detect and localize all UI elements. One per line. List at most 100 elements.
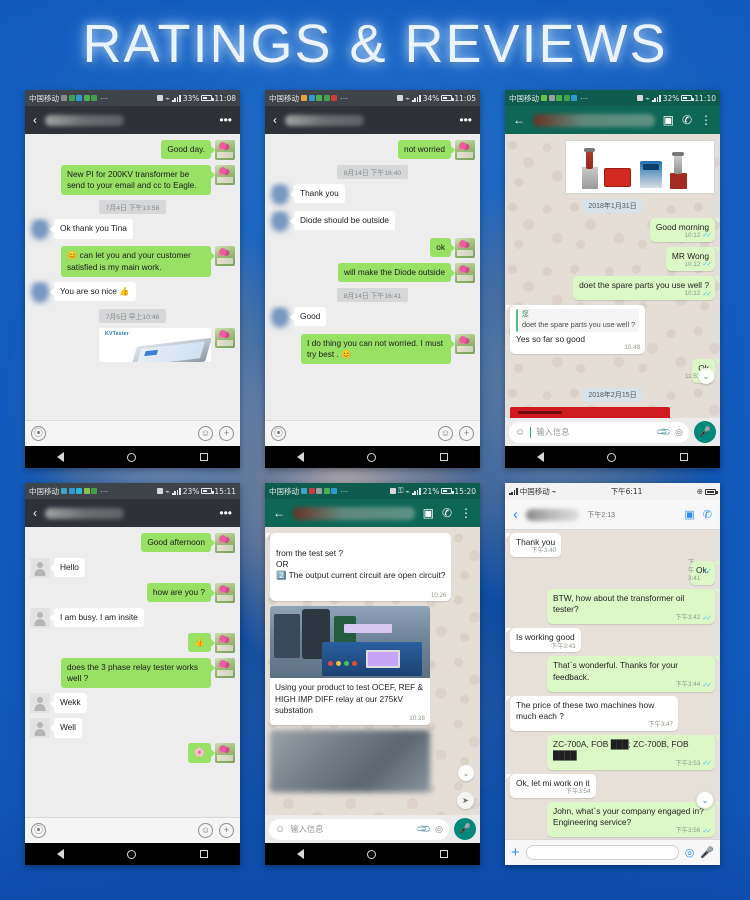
plus-icon[interactable]: + — [219, 823, 234, 838]
message-bubble[interactable]: Good — [289, 307, 327, 327]
message-input-field[interactable]: ☺ 输入信息 📎 ◎ — [269, 818, 449, 840]
camera-icon[interactable]: ◎ — [435, 824, 443, 835]
scroll-to-bottom-icon[interactable]: ⌄ — [458, 765, 474, 781]
message-bubble[interactable]: Hello — [50, 558, 85, 578]
message-list[interactable]: Good afternoon Hello how are you ? I am … — [25, 527, 240, 817]
emoji-icon[interactable]: ☺ — [515, 427, 525, 438]
nav-home-icon[interactable] — [127, 849, 137, 859]
nav-home-icon[interactable] — [127, 452, 137, 462]
nav-recents-icon[interactable] — [440, 850, 449, 858]
camera-icon[interactable]: ◎ — [685, 846, 695, 859]
microphone-icon[interactable]: 🎤 — [454, 818, 476, 840]
nav-back-icon[interactable] — [296, 849, 304, 859]
message-bubble[interactable]: John, what`s your company engaged in? En… — [547, 802, 719, 838]
message-bubble[interactable]: Ok thank you Tina — [50, 219, 133, 239]
nav-recents-icon[interactable] — [680, 453, 689, 461]
overflow-menu-icon[interactable]: ⋮ — [460, 507, 472, 520]
red-image-message[interactable] — [510, 406, 670, 418]
message-list[interactable]: 2018年1月31日 Good morning 10:12 ✓✓ MR Wong… — [505, 134, 720, 418]
microphone-icon[interactable]: 🎤 — [700, 846, 714, 859]
back-chevron-icon[interactable]: ‹ — [33, 507, 37, 519]
back-chevron-icon[interactable]: ‹ — [273, 114, 277, 126]
nav-home-icon[interactable] — [607, 452, 617, 462]
voice-icon[interactable]: ⦿ — [31, 426, 46, 441]
back-arrow-icon[interactable]: ← — [273, 507, 285, 519]
message-list[interactable]: Good day. New PI for 200KV transformer b… — [25, 134, 240, 420]
emoji-icon[interactable]: ☺ — [198, 426, 213, 441]
message-bubble[interactable]: Ok, let mi work on it 下午3:54 — [506, 774, 596, 799]
message-bubble[interactable]: Good morning 10:12 ✓✓ — [649, 218, 720, 243]
contact-name-blurred[interactable] — [526, 508, 580, 521]
plus-icon[interactable]: + — [459, 426, 474, 441]
microphone-icon[interactable]: 🎤 — [694, 421, 716, 443]
message-bubble[interactable]: Diode should be outside — [289, 211, 396, 231]
contact-name-blurred[interactable] — [285, 114, 365, 126]
nav-recents-icon[interactable] — [440, 453, 449, 461]
blurred-photo-message[interactable] — [270, 730, 430, 793]
overflow-menu-icon[interactable]: ⋮ — [700, 114, 712, 127]
message-input-field[interactable]: ☺ 输入信息 📎 ◎ — [509, 421, 689, 443]
back-chevron-icon[interactable]: ‹ — [33, 114, 37, 126]
message-bubble-reply[interactable]: 您 doet the spare parts you use well ? Ye… — [505, 305, 646, 354]
message-bubble[interactable]: 👍 — [188, 633, 215, 653]
plus-icon[interactable]: + — [219, 426, 234, 441]
plus-icon[interactable]: + — [511, 845, 520, 860]
voice-icon[interactable]: ⦿ — [271, 426, 286, 441]
message-bubble[interactable]: how are you ? — [146, 583, 216, 603]
back-arrow-icon[interactable]: ← — [513, 114, 525, 126]
more-dots-icon[interactable]: ••• — [219, 507, 232, 519]
phone-call-icon[interactable]: ✆ — [442, 507, 452, 519]
emoji-icon[interactable]: ☺ — [275, 824, 285, 835]
contact-name-blurred[interactable] — [45, 507, 125, 519]
voice-icon[interactable]: ⦿ — [31, 823, 46, 838]
forward-icon[interactable]: ➤ — [457, 792, 474, 809]
video-call-icon[interactable]: ▣ — [423, 507, 434, 519]
contact-name-blurred[interactable] — [45, 114, 125, 126]
emoji-icon[interactable]: ☺ — [198, 823, 213, 838]
nav-recents-icon[interactable] — [200, 453, 209, 461]
message-bubble[interactable]: Good afternoon — [141, 533, 215, 553]
scroll-to-bottom-icon[interactable]: ⌄ — [698, 368, 714, 384]
message-bubble[interactable]: Thank you — [290, 184, 345, 204]
message-bubble[interactable]: The price of these two machines how much… — [506, 695, 678, 731]
message-bubble[interactable]: Wekk — [50, 693, 87, 713]
camera-icon[interactable]: ◎ — [675, 427, 683, 438]
message-bubble[interactable]: 😊 can let you and your customer satisfie… — [61, 246, 215, 277]
more-dots-icon[interactable]: ••• — [459, 114, 472, 126]
back-chevron-icon[interactable]: ‹ — [513, 507, 518, 522]
message-bubble[interactable]: Good day. — [161, 140, 215, 160]
message-list[interactable]: from the test set ? OR 2️⃣ The output cu… — [265, 527, 480, 815]
message-bubble[interactable]: Ok. 下午3:41 ✓✓ — [688, 559, 720, 586]
message-bubble[interactable]: BTW, how about the transformer oil teste… — [547, 589, 719, 625]
message-bubble[interactable]: not worried — [397, 140, 456, 160]
message-bubble[interactable]: That`s wonderful. Thanks for your feedba… — [547, 656, 719, 692]
message-bubble[interactable]: will make the Diode outside — [338, 263, 455, 283]
nav-home-icon[interactable] — [367, 452, 377, 462]
message-bubble[interactable]: Thank you 下午3:40 — [505, 533, 562, 558]
attach-icon[interactable]: 📎 — [416, 821, 433, 838]
product-image-message[interactable] — [565, 140, 715, 194]
scroll-to-bottom-icon[interactable]: ⌄ — [696, 791, 714, 809]
message-list[interactable]: not worried 8月14日 下午16:40 Thank you Diod… — [265, 134, 480, 420]
nav-back-icon[interactable] — [536, 452, 544, 462]
message-bubble[interactable]: Well — [50, 718, 82, 738]
message-bubble[interactable]: ok — [430, 238, 455, 258]
emoji-icon[interactable]: ☺ — [438, 426, 453, 441]
message-bubble[interactable]: I do thing you can not worried. I must t… — [301, 334, 455, 365]
message-bubble[interactable]: MR Wong 10:12 ✓✓ — [665, 247, 720, 272]
message-bubble[interactable]: does the 3 phase relay tester works well… — [61, 658, 215, 689]
nav-back-icon[interactable] — [56, 452, 64, 462]
message-bubble[interactable]: doet the spare parts you use well ? 10:1… — [573, 276, 719, 301]
attach-icon[interactable]: 📎 — [656, 424, 673, 441]
message-bubble[interactable]: ZC-700A, FOB ███; ZC-700B, FOB ████ 下午3:… — [547, 734, 719, 771]
message-bubble[interactable]: I am busy. I am insite — [50, 608, 144, 628]
phone-call-icon[interactable]: ✆ — [682, 114, 692, 126]
nav-back-icon[interactable] — [296, 452, 304, 462]
message-bubble[interactable]: You are so nice 👍 — [50, 281, 136, 301]
message-bubble[interactable]: from the test set ? OR 2️⃣ The output cu… — [265, 533, 452, 602]
more-dots-icon[interactable]: ••• — [219, 114, 232, 126]
contact-name-blurred[interactable] — [293, 506, 415, 520]
message-input-field[interactable] — [525, 845, 679, 860]
message-list[interactable]: Thank you 下午3:40 Ok. 下午3:41 ✓✓ BTW, how … — [505, 530, 720, 839]
message-bubble[interactable]: Is working good 下午3:43 — [506, 628, 581, 653]
